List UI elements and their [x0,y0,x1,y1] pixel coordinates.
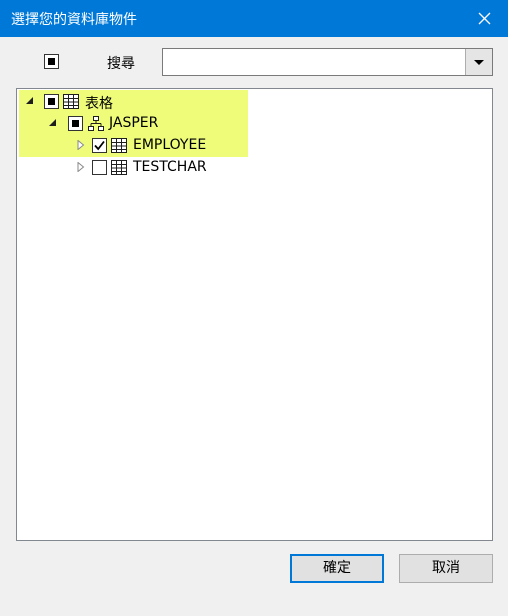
tree-node-schema[interactable]: JASPER [17,112,247,134]
indeterminate-mark [48,58,55,65]
tree-node-label: 表格 [85,96,113,112]
search-combobox[interactable] [162,48,493,76]
tree-checkbox[interactable] [68,116,83,131]
chevron-down-icon [474,60,484,65]
tree-checkbox[interactable] [92,160,107,175]
object-tree[interactable]: 表格 JASPER EMPLOYEE TESTCHAR [16,88,493,541]
table-icon [111,138,127,153]
search-label: 搜尋 [107,56,135,72]
schema-icon [88,116,104,131]
tree-node-tables[interactable]: 表格 [17,90,247,112]
table-icon [63,94,79,109]
expand-down-icon[interactable] [26,97,33,104]
tree-node-label: EMPLOYEE [133,137,207,153]
tree-node-label: JASPER [109,115,159,131]
select-all-checkbox[interactable] [44,54,59,69]
tree-checkbox[interactable] [92,138,107,153]
ok-button[interactable]: 確定 [290,554,384,583]
table-icon [111,160,127,175]
close-icon [478,12,491,25]
indeterminate-mark [48,98,55,105]
close-button[interactable] [462,0,508,37]
window-title: 選擇您的資料庫物件 [11,12,137,28]
search-dropdown-button[interactable] [465,49,492,75]
checkmark-icon [94,140,105,151]
tree-node-testchar[interactable]: TESTCHAR [17,156,247,178]
expand-down-icon[interactable] [49,119,56,126]
tree-checkbox[interactable] [44,94,59,109]
title-bar: 選擇您的資料庫物件 [0,0,508,37]
tree-node-label: TESTCHAR [133,159,207,175]
cancel-button[interactable]: 取消 [399,554,493,583]
expand-right-icon[interactable] [77,140,85,150]
search-input[interactable] [163,49,471,75]
tree-node-employee[interactable]: EMPLOYEE [17,134,247,156]
indeterminate-mark [72,120,79,127]
expand-right-icon[interactable] [77,162,85,172]
select-db-objects-dialog: 選擇您的資料庫物件 搜尋 表格 JASPER EMPLOYEE TESTCHAR… [0,0,508,616]
